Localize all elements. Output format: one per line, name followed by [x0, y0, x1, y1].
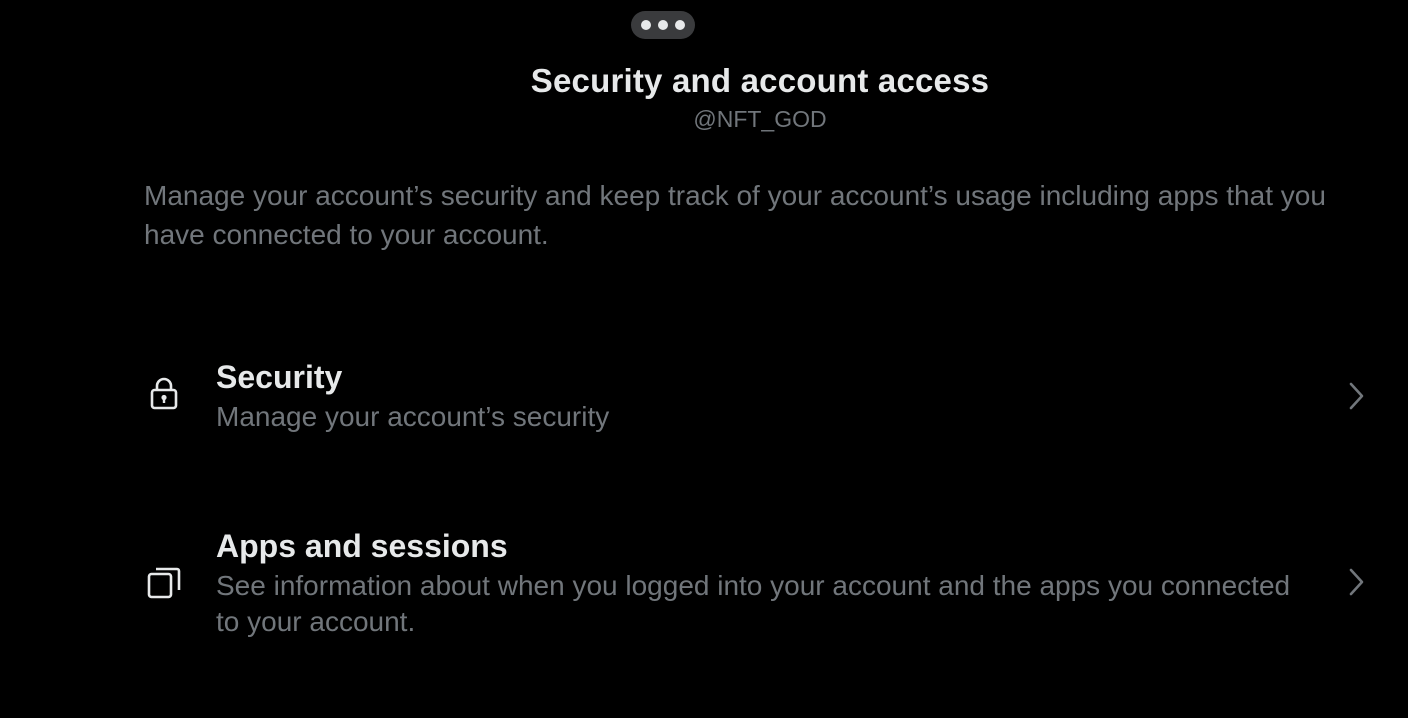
more-horizontal-icon [675, 20, 685, 30]
settings-item-apps-and-sessions[interactable]: Apps and sessions See information about … [0, 524, 1408, 644]
chevron-right-icon [1349, 568, 1364, 596]
chevron-right-icon [1349, 382, 1364, 410]
page-title: Security and account access [530, 62, 990, 99]
account-handle: @NFT_GOD [693, 106, 827, 132]
settings-item-title: Security [216, 359, 343, 395]
lock-icon [150, 377, 178, 410]
settings-item-title: Apps and sessions [216, 528, 508, 564]
more-options-button[interactable] [631, 11, 695, 39]
more-horizontal-icon [641, 20, 651, 30]
settings-item-subtitle: Manage your account’s security [216, 401, 610, 432]
page-description: Manage your account’s security and keep … [144, 180, 1326, 250]
settings-item-security[interactable]: Security Manage your account’s security [0, 355, 1408, 439]
settings-item-subtitle: See information about when you logged in… [216, 570, 1291, 637]
more-horizontal-icon [658, 20, 668, 30]
apps-icon [147, 567, 181, 599]
